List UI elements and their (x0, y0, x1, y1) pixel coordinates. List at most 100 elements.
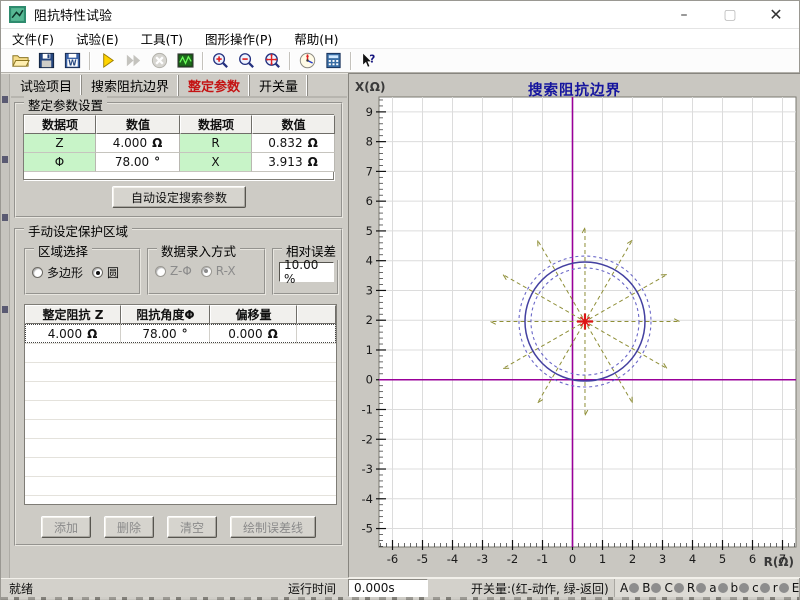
svg-text:?: ? (369, 53, 375, 65)
menu-bar: 文件(F)试验(E)工具(T)图形操作(P)帮助(H) (1, 29, 799, 49)
led-letter: b (731, 581, 739, 595)
led-dot (674, 583, 684, 593)
manual-protect-zone-group: 手动设定保护区域 区域选择 多边形圆 数据录入方式 Z-ΦR-X 相对误差 10… (14, 228, 343, 546)
group-title: 手动设定保护区域 (24, 221, 132, 240)
toolbar-separator (89, 52, 90, 70)
edge-mark (2, 214, 8, 221)
waveform-button[interactable] (172, 50, 198, 72)
zoom-in-button[interactable] (207, 50, 233, 72)
switch-led-A: A (620, 581, 639, 595)
radio-圆[interactable] (92, 267, 103, 278)
minimize-button[interactable]: – (661, 1, 707, 28)
export-word-button[interactable]: W (59, 50, 85, 72)
auto-search-params-button[interactable]: 自动设定搜索参数 (112, 186, 246, 208)
switch-led-E: E (792, 581, 800, 595)
stop-icon (150, 51, 169, 70)
switch-led-b: b (731, 581, 750, 595)
data-entry-mode-group: 数据录入方式 Z-ΦR-X (147, 248, 266, 295)
stop-button (146, 50, 172, 72)
svg-text:3: 3 (366, 283, 373, 297)
close-button[interactable]: ✕ (753, 1, 799, 28)
radio-label-圆[interactable]: 圆 (107, 264, 119, 281)
setting-params-table[interactable]: 数据项数值数据项数值Z4.000ΩR0.832ΩΦ78.00°X3.913Ω (23, 114, 334, 180)
toolbar-separator (350, 52, 351, 70)
switch-led-R: R (687, 581, 706, 595)
tab-试验项目[interactable]: 试验项目 (11, 75, 82, 96)
param-value[interactable]: 3.913Ω (252, 153, 335, 172)
switch-led-r: r (773, 581, 789, 595)
menu-帮助(H)[interactable]: 帮助(H) (283, 29, 349, 48)
run-button[interactable] (94, 50, 120, 72)
context-help-button[interactable]: ? (355, 50, 381, 72)
export-word-icon: W (63, 51, 82, 70)
led-dot (629, 583, 639, 593)
tab-开关量[interactable]: 开关量 (250, 75, 308, 96)
svg-text:-3: -3 (477, 552, 488, 566)
radio-label-多边形[interactable]: 多边形 (47, 264, 83, 281)
app-icon (9, 6, 26, 23)
param-value[interactable]: 78.00° (96, 153, 180, 172)
svg-text:8: 8 (366, 135, 373, 149)
save-button[interactable] (33, 50, 59, 72)
zone-shape-group: 区域选择 多边形圆 (24, 248, 141, 295)
toolbar: W? (1, 49, 799, 73)
column-header: 数据项 (24, 115, 96, 134)
svg-text:2: 2 (366, 313, 373, 327)
radio-R-X (201, 266, 212, 277)
zoom-out-button[interactable] (233, 50, 259, 72)
led-dot (718, 583, 728, 593)
zone-cell: 0.000Ω (210, 324, 297, 343)
svg-text:-3: -3 (362, 462, 373, 476)
phasor-button[interactable] (294, 50, 320, 72)
maximize-button[interactable]: ▢ (707, 1, 753, 28)
menu-工具(T)[interactable]: 工具(T) (130, 29, 194, 48)
column-header: 数据项 (180, 115, 252, 134)
tab-整定参数[interactable]: 整定参数 (179, 75, 250, 96)
calculator-button[interactable] (320, 50, 346, 72)
relative-error-input[interactable]: 10.00 % (279, 262, 334, 282)
open-folder-button[interactable] (7, 50, 33, 72)
svg-text:-5: -5 (362, 522, 373, 536)
app-window: 阻抗特性试验 – ▢ ✕ 文件(F)试验(E)工具(T)图形操作(P)帮助(H)… (0, 0, 800, 600)
radio-多边形[interactable] (32, 267, 43, 278)
param-value[interactable]: 0.832Ω (252, 134, 335, 153)
svg-text:9: 9 (366, 105, 373, 119)
param-table-header: 数据项数值数据项数值 (24, 115, 333, 134)
waveform-icon (176, 51, 195, 70)
param-table-row: Φ78.00°X3.913Ω (24, 153, 333, 172)
led-dot (739, 583, 749, 593)
menu-文件(F)[interactable]: 文件(F) (1, 29, 65, 48)
protection-zone-table[interactable]: 整定阻抗 Z阻抗角度Φ偏移量 4.000Ω78.00°0.000Ω (24, 304, 337, 505)
svg-text:-1: -1 (362, 403, 373, 417)
column-header (297, 305, 336, 324)
param-name: R (180, 134, 252, 153)
param-name: Z (24, 134, 96, 153)
svg-text:1: 1 (599, 552, 606, 566)
zone-table-row[interactable]: 4.000Ω78.00°0.000Ω (25, 324, 336, 343)
svg-text:-4: -4 (362, 492, 373, 506)
calculator-icon (324, 51, 343, 70)
svg-text:-2: -2 (507, 552, 518, 566)
edge-mark (2, 96, 8, 103)
impedance-plot[interactable]: -6-5-4-3-2-101234567-5-4-3-2-10123456789 (349, 74, 800, 579)
zone-buttons-row: 添加删除清空绘制误差线 (16, 516, 341, 538)
switch-led-strip: ABCRabcrEe (614, 579, 797, 597)
menu-图形操作(P)[interactable]: 图形操作(P) (194, 29, 283, 48)
led-letter: E (792, 581, 800, 595)
menu-试验(E)[interactable]: 试验(E) (65, 29, 130, 48)
led-letter: a (709, 581, 716, 595)
zoom-fit-button[interactable] (259, 50, 285, 72)
save-icon (37, 51, 56, 70)
led-letter: c (752, 581, 759, 595)
runtime-value: 0.000s (348, 579, 428, 597)
tab-搜索阻抗边界[interactable]: 搜索阻抗边界 (82, 75, 179, 96)
param-value[interactable]: 4.000Ω (96, 134, 180, 153)
led-dot (760, 583, 770, 593)
toolbar-separator (202, 52, 203, 70)
edge-mark (2, 306, 8, 313)
svg-text:W: W (68, 59, 77, 68)
svg-text:0: 0 (569, 552, 576, 566)
zone-cell: 78.00° (121, 324, 210, 343)
switch-led-C: C (664, 581, 683, 595)
setting-params-group: 整定参数设置 数据项数值数据项数值Z4.000ΩR0.832ΩΦ78.00°X3… (14, 102, 343, 218)
